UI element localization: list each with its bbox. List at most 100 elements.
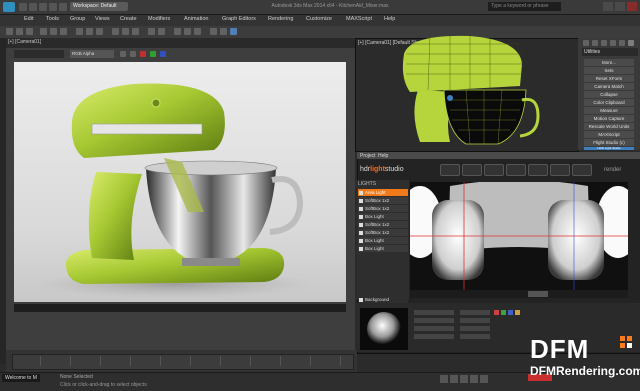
utility-button[interactable]: Rescale World Units: [584, 123, 634, 130]
menu-group[interactable]: Group: [70, 16, 85, 22]
track-bar[interactable]: [12, 354, 354, 370]
green-channel-icon[interactable]: [150, 51, 156, 57]
hls-menu-help[interactable]: Help: [378, 153, 388, 159]
light-view-button[interactable]: [528, 164, 548, 176]
menu-graph-editors[interactable]: Graph Editors: [222, 16, 256, 22]
light-item[interactable]: Box Light: [358, 213, 408, 220]
property-field[interactable]: [414, 334, 454, 339]
hierarchy-tab-icon[interactable]: [601, 40, 607, 46]
undo-icon[interactable]: [49, 3, 57, 11]
utility-button[interactable]: Reset XForm: [584, 75, 634, 82]
red-channel-icon[interactable]: [140, 51, 146, 57]
property-slider[interactable]: [460, 326, 490, 331]
app-logo-icon[interactable]: [3, 2, 15, 12]
channel-dropdown[interactable]: RGB Alpha: [70, 50, 114, 58]
visibility-checkbox[interactable]: [359, 297, 363, 302]
workspace-selector[interactable]: Workspace: Default: [70, 2, 128, 11]
render-frame-icon[interactable]: [220, 28, 227, 35]
property-slider[interactable]: [460, 310, 490, 315]
render-teapot-icon[interactable]: [230, 28, 237, 35]
visibility-checkbox[interactable]: [359, 246, 363, 251]
property-field[interactable]: [414, 326, 454, 331]
next-frame-icon[interactable]: [470, 375, 478, 383]
save-image-icon[interactable]: [130, 51, 136, 57]
hdr-map-canvas[interactable]: [410, 182, 628, 290]
viewport-label[interactable]: [+] [Camera01]: [8, 39, 41, 45]
utility-button[interactable]: MAXScript: [584, 131, 634, 138]
search-input[interactable]: Type a keyword or phrase: [488, 2, 561, 11]
light-item[interactable]: Box Light: [358, 245, 408, 252]
sphere-view-button[interactable]: [440, 164, 460, 176]
utility-button-hdr-light-studio[interactable]: HDR Light Studio: [584, 147, 634, 150]
percent-snap-icon[interactable]: [132, 28, 139, 35]
unlink-tool-icon[interactable]: [16, 28, 23, 35]
select-by-name-icon[interactable]: [50, 28, 57, 35]
visibility-checkbox[interactable]: [359, 190, 363, 195]
region-select-icon[interactable]: [60, 28, 67, 35]
utility-button[interactable]: More...: [584, 59, 634, 66]
scale-tool-icon[interactable]: [96, 28, 103, 35]
light-view-button[interactable]: [506, 164, 526, 176]
utility-button[interactable]: Collapse: [584, 91, 634, 98]
bind-tool-icon[interactable]: [26, 28, 33, 35]
minimize-button[interactable]: [603, 2, 613, 11]
curve-editor-icon[interactable]: [184, 28, 191, 35]
light-item[interactable]: SoftBox 1x2: [358, 221, 408, 228]
save-file-icon[interactable]: [39, 3, 47, 11]
menu-tools[interactable]: Tools: [46, 16, 59, 22]
layer-manager-icon[interactable]: [174, 28, 181, 35]
light-view-button[interactable]: [484, 164, 504, 176]
prev-frame-icon[interactable]: [450, 375, 458, 383]
light-item[interactable]: SoftBox 1x2: [358, 205, 408, 212]
property-slider[interactable]: [460, 334, 490, 339]
color-swatch[interactable]: [494, 310, 499, 315]
menu-animation[interactable]: Animation: [184, 16, 208, 22]
utility-button[interactable]: Flight Studio (c): [584, 139, 634, 146]
light-view-button[interactable]: [572, 164, 592, 176]
utility-button[interactable]: Motion Capture: [584, 115, 634, 122]
light-item[interactable]: SoftBox 1x2: [358, 229, 408, 236]
light-view-button[interactable]: [462, 164, 482, 176]
menu-views[interactable]: Views: [95, 16, 110, 22]
new-file-icon[interactable]: [19, 3, 27, 11]
light-item[interactable]: Area Light: [358, 189, 408, 196]
property-field[interactable]: [414, 318, 454, 323]
move-tool-icon[interactable]: [76, 28, 83, 35]
clone-frame-icon[interactable]: [120, 51, 126, 57]
snap-toggle-icon[interactable]: [112, 28, 119, 35]
select-tool-icon[interactable]: [40, 28, 47, 35]
motion-tab-icon[interactable]: [610, 40, 616, 46]
menu-rendering[interactable]: Rendering: [268, 16, 293, 22]
utility-button[interactable]: Color Clipboard: [584, 99, 634, 106]
display-tab-icon[interactable]: [619, 40, 625, 46]
resolution-dropdown[interactable]: [528, 291, 548, 297]
visibility-checkbox[interactable]: [359, 222, 363, 227]
blue-channel-icon[interactable]: [160, 51, 166, 57]
menu-edit[interactable]: Edit: [24, 16, 33, 22]
menu-modifiers[interactable]: Modifiers: [148, 16, 170, 22]
redo-icon[interactable]: [59, 3, 67, 11]
maxscript-listener[interactable]: Welcome to M: [2, 374, 40, 382]
color-swatch[interactable]: [501, 310, 506, 315]
play-icon[interactable]: [460, 375, 468, 383]
mirror-icon[interactable]: [148, 28, 155, 35]
visibility-checkbox[interactable]: [359, 198, 363, 203]
utilities-rollout[interactable]: Utilities: [582, 48, 638, 56]
utility-button[interactable]: Camera Match: [584, 83, 634, 90]
menu-customize[interactable]: Customize: [306, 16, 332, 22]
render-view-label[interactable]: render: [604, 167, 621, 173]
light-item[interactable]: Box Light: [358, 237, 408, 244]
property-slider[interactable]: [460, 318, 490, 323]
rotate-tool-icon[interactable]: [86, 28, 93, 35]
visibility-checkbox[interactable]: [359, 206, 363, 211]
go-to-end-icon[interactable]: [480, 375, 488, 383]
background-item[interactable]: Background: [358, 296, 408, 303]
angle-snap-icon[interactable]: [122, 28, 129, 35]
light-view-button[interactable]: [550, 164, 570, 176]
utilities-tab-icon[interactable]: [628, 40, 634, 46]
color-swatch[interactable]: [515, 310, 520, 315]
link-tool-icon[interactable]: [6, 28, 13, 35]
open-file-icon[interactable]: [29, 3, 37, 11]
material-editor-icon[interactable]: [194, 28, 201, 35]
light-item[interactable]: SoftBox 1x2: [358, 197, 408, 204]
